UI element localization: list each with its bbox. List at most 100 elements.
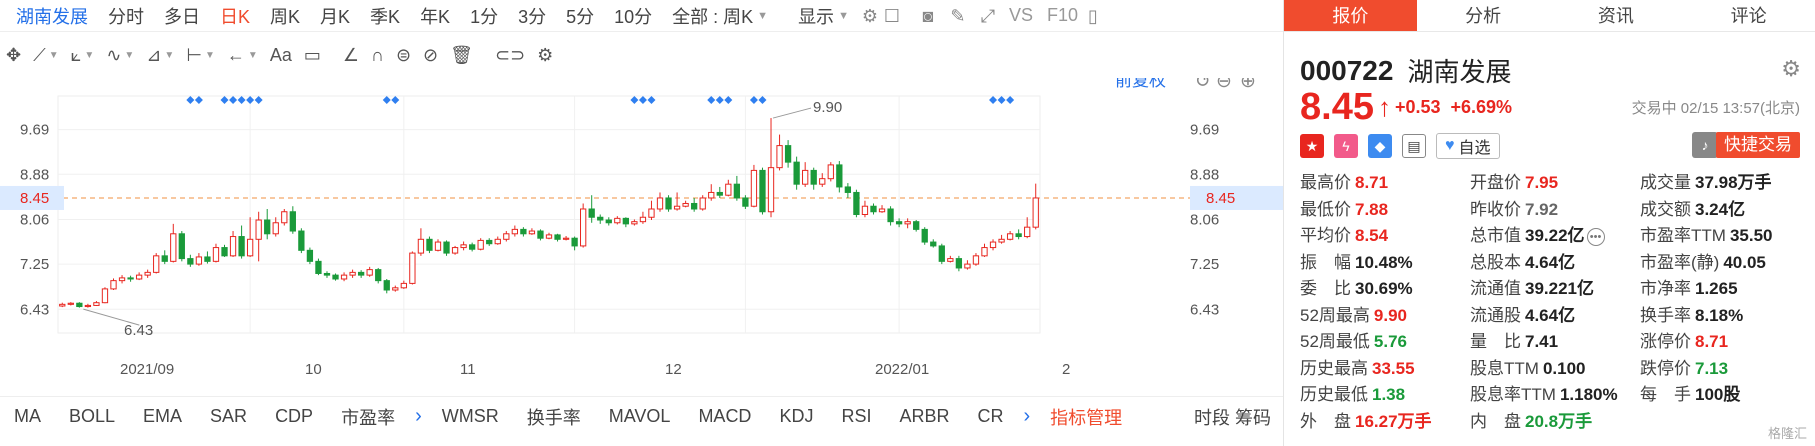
period-3min[interactable]: 3分 <box>508 3 556 29</box>
tab-news[interactable]: 资讯 <box>1550 0 1683 31</box>
move-icon[interactable]: ✥ <box>6 45 21 66</box>
tag-icon[interactable]: ◆ <box>1368 134 1392 158</box>
chevron-right-icon[interactable]: › <box>1017 405 1036 428</box>
line-tool[interactable]: ⟋ ▼ <box>33 45 59 66</box>
indicator-arbr[interactable]: ARBR <box>885 406 963 427</box>
stock-name-link[interactable]: 湖南发展 <box>0 3 98 29</box>
text-tool[interactable]: Aa <box>270 45 292 66</box>
margin-icon[interactable]: ϟ <box>1334 134 1358 158</box>
indicator-pe[interactable]: 市盈率 <box>327 404 409 430</box>
sidebar-toggle-icon[interactable]: ▯ <box>1082 5 1104 27</box>
indicator-wmsr[interactable]: WMSR <box>428 406 513 427</box>
period-duori[interactable]: 多日 <box>154 3 210 29</box>
x-tick: 11 <box>460 361 476 378</box>
f10-button[interactable]: F10 <box>1043 5 1082 26</box>
quote-cell: 委 比 30.69% <box>1300 276 1470 303</box>
tab-comments[interactable]: 评论 <box>1682 0 1815 31</box>
y-tick-left: 7.25 <box>20 256 49 273</box>
period-weekly-k[interactable]: 周K <box>260 3 310 29</box>
camera-icon[interactable]: ◙ <box>917 5 939 27</box>
period-10min[interactable]: 10分 <box>604 3 662 29</box>
arrow-tool[interactable]: ← ▼ <box>227 45 258 66</box>
candle <box>921 227 928 245</box>
candle <box>861 200 869 218</box>
candle-body <box>972 255 980 265</box>
gear-icon[interactable]: ⚙ <box>537 45 553 66</box>
period-quarter-k[interactable]: 季K <box>360 3 410 29</box>
trash-icon[interactable]: 🗑 <box>450 45 473 66</box>
kline-chart[interactable]: 前复权 ↺ ⊖ ⊕ 9.69 8.88 8.06 7.25 6.43 9.69 … <box>0 78 1283 388</box>
adjust-button[interactable]: 前复权 <box>1115 78 1166 90</box>
settings-icon[interactable]: ⚙ <box>859 5 881 27</box>
indicator-mavol[interactable]: MAVOL <box>595 406 685 427</box>
chevron-right-icon[interactable]: › <box>409 405 428 428</box>
period-chips-toggle[interactable]: 时段 筹码 <box>1180 404 1283 430</box>
candle-body <box>127 277 134 280</box>
note-icon[interactable]: ▤ <box>1402 134 1426 158</box>
magnet-icon[interactable]: ∩ <box>371 45 384 66</box>
candle-body <box>682 202 689 207</box>
indicator-sar[interactable]: SAR <box>196 406 261 427</box>
indicator-ema[interactable]: EMA <box>129 406 196 427</box>
period-daily-k[interactable]: 日K <box>210 3 260 29</box>
candle <box>767 118 775 218</box>
indicator-turnover[interactable]: 换手率 <box>513 404 595 430</box>
indicator-cr[interactable]: CR <box>963 406 1017 427</box>
tab-quote[interactable]: 报价 <box>1284 0 1417 31</box>
china-flag-icon[interactable]: ★ <box>1300 134 1324 158</box>
bell-icon[interactable]: ♪ <box>1692 132 1718 158</box>
pencil-icon[interactable]: ✎ <box>947 5 969 27</box>
period-bar: 湖南发展 分时 多日 日K 周K 月K 季K 年K 1分 3分 5分 10分 全… <box>0 0 1283 32</box>
quote-label: 成交量 <box>1640 173 1691 192</box>
lock-icon[interactable]: ⊜ <box>396 45 411 66</box>
comment-icon[interactable]: ▭ <box>304 45 321 66</box>
candle <box>742 195 749 209</box>
zoom-out-icon[interactable]: ⊖ <box>1216 78 1232 92</box>
indicator-macd[interactable]: MACD <box>684 406 765 427</box>
signal-marker <box>758 96 767 104</box>
wave-tool[interactable]: ∿ ▼ <box>106 45 134 66</box>
indicator-kdj[interactable]: KDJ <box>765 406 827 427</box>
indicator-ma[interactable]: MA <box>0 406 55 427</box>
tab-analysis[interactable]: 分析 <box>1417 0 1550 31</box>
indicator-cdp[interactable]: CDP <box>261 406 327 427</box>
add-watchlist-button[interactable]: ♥ 自选 <box>1436 133 1500 159</box>
angle-icon[interactable]: ∠ <box>343 45 359 66</box>
period-year-k[interactable]: 年K <box>410 3 460 29</box>
quick-trade-button[interactable]: 快捷交易 <box>1716 132 1800 158</box>
heart-icon: ♥ <box>1445 137 1455 154</box>
period-fenshi[interactable]: 分时 <box>98 3 154 29</box>
display-menu[interactable]: 显示 ▼ <box>788 3 859 29</box>
x-tick: 2022/01 <box>875 361 929 378</box>
candle-body <box>170 233 177 262</box>
square-icon[interactable]: ☐ <box>881 5 903 27</box>
candle <box>101 287 109 304</box>
last-price: 8.45 <box>1300 86 1374 128</box>
period-1min[interactable]: 1分 <box>460 3 508 29</box>
candle <box>127 275 134 282</box>
channel-tool[interactable]: ⟀ ▼ <box>71 45 95 66</box>
indicator-boll[interactable]: BOLL <box>55 406 129 427</box>
indicator-manage[interactable]: 指标管理 <box>1036 404 1136 430</box>
candle-body <box>930 241 937 247</box>
hide-icon[interactable]: ⊘ <box>423 45 438 66</box>
vs-button[interactable]: VS <box>999 5 1043 26</box>
candle-body <box>289 211 296 232</box>
candle-body <box>733 183 741 199</box>
adjust-select[interactable]: 全部 : 周K ▼ <box>662 3 778 29</box>
link-icon[interactable]: ⊂⊃ <box>495 45 525 66</box>
candle <box>878 205 886 213</box>
indicator-rsi[interactable]: RSI <box>827 406 885 427</box>
quote-label: 昨收价 <box>1470 199 1521 219</box>
display-label: 显示 <box>798 6 835 27</box>
more-icon[interactable]: ••• <box>1586 227 1605 246</box>
quote-label: 涨停价 <box>1640 332 1691 351</box>
fullscreen-icon[interactable]: ⤢ <box>977 5 999 27</box>
range-tool[interactable]: ⊢ ▼ <box>186 45 215 66</box>
gear-icon[interactable]: ⚙ <box>1781 56 1801 82</box>
fib-tool[interactable]: ⊿ ▼ <box>146 45 174 66</box>
zoom-in-icon[interactable]: ⊕ <box>1240 78 1256 92</box>
period-monthly-k[interactable]: 月K <box>310 3 360 29</box>
undo-icon[interactable]: ↺ <box>1195 78 1211 92</box>
period-5min[interactable]: 5分 <box>556 3 604 29</box>
